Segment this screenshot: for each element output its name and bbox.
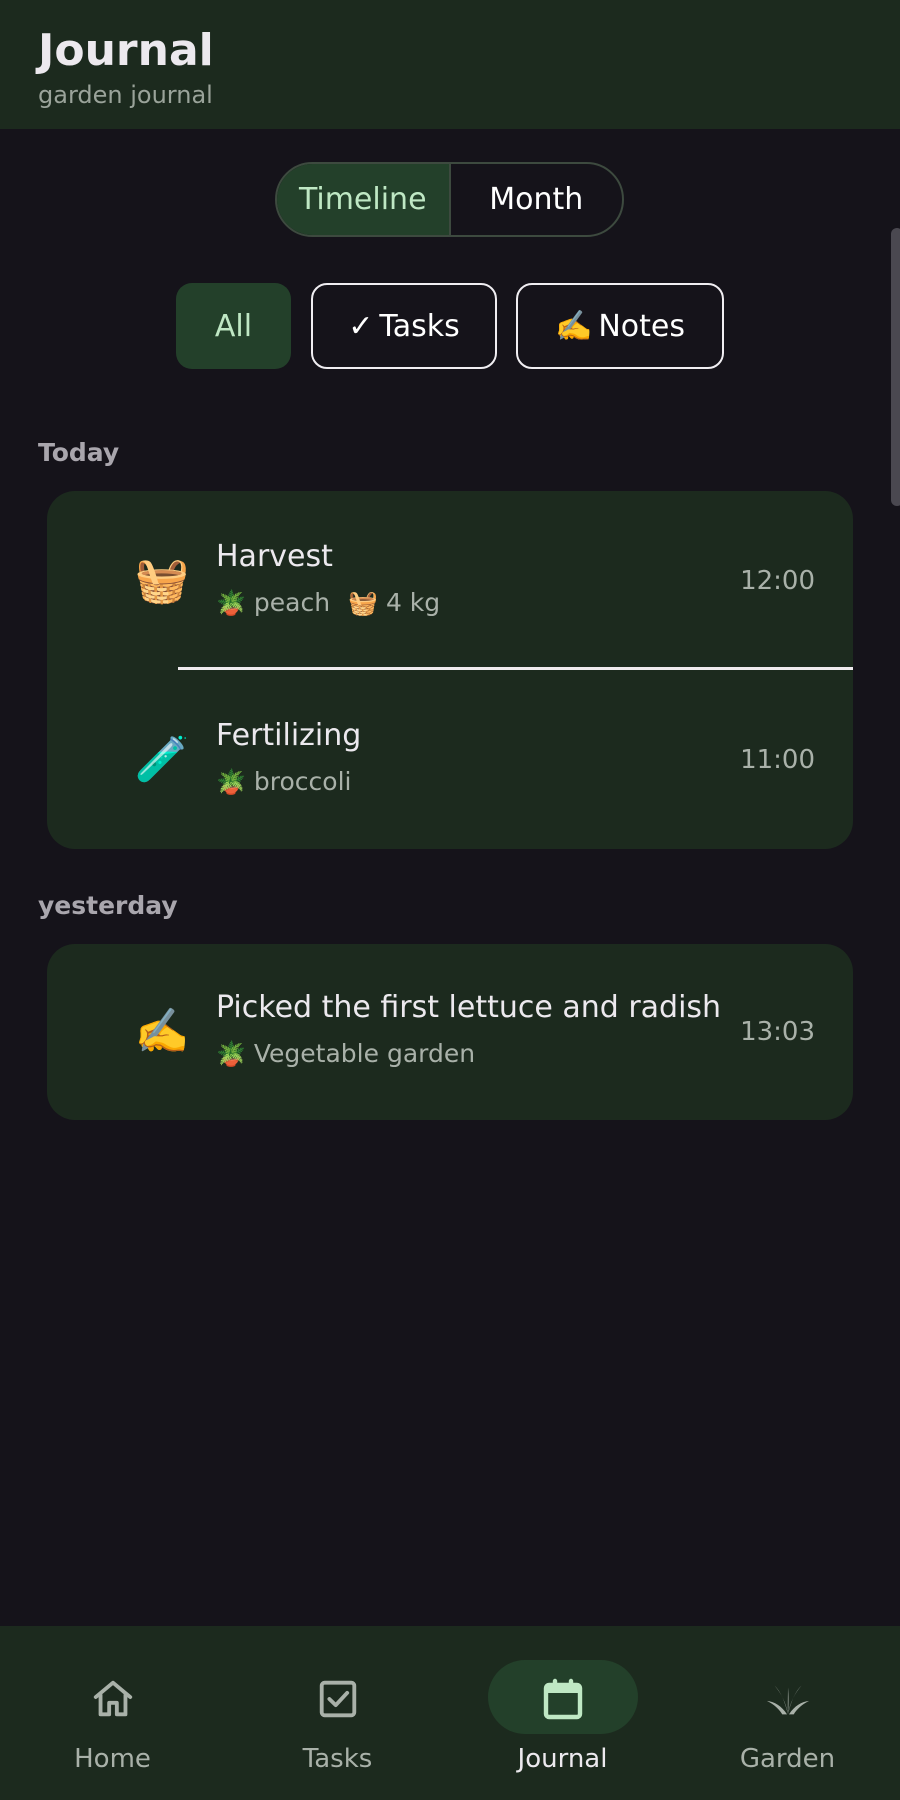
entry-amount-label: 4 kg — [385, 588, 441, 617]
view-toggle: Timeline Month — [275, 162, 624, 237]
entry-plant-label: peach — [253, 588, 331, 617]
nav-label-tasks: Tasks — [302, 1744, 373, 1774]
potted-plant-icon: 🪴 — [216, 767, 246, 796]
section-label-yesterday: yesterday — [38, 891, 178, 920]
entry-plant-label: Vegetable garden — [253, 1039, 476, 1068]
view-toggle-month[interactable]: Month — [451, 164, 623, 235]
filter-chips: All ✓ Tasks ✍️ Notes — [0, 283, 900, 369]
basket-icon: 🧺 — [348, 588, 378, 617]
filter-chip-notes-label: Notes — [598, 308, 685, 344]
sprout-icon — [766, 1685, 809, 1715]
writing-hand-icon: ✍️ — [554, 308, 593, 344]
filter-chip-notes[interactable]: ✍️ Notes — [516, 283, 724, 369]
journal-entry[interactable]: 🧪 Fertilizing 🪴 broccoli 11:00 — [47, 670, 853, 849]
nav-item-journal[interactable]: Journal — [450, 1626, 675, 1800]
view-toggle-timeline[interactable]: Timeline — [277, 164, 451, 235]
journal-entry[interactable]: 🧺 Harvest 🪴 peach 🧺 4 kg 12:00 — [47, 491, 853, 670]
journal-entry[interactable]: ✍️ Picked the first lettuce and radish 🪴… — [47, 944, 853, 1120]
filter-chip-tasks-label: Tasks — [379, 308, 460, 344]
entry-title: Picked the first lettuce and radish — [216, 990, 722, 1025]
nav-item-home[interactable]: Home — [0, 1626, 225, 1800]
entry-plant-tag: 🪴 peach — [216, 588, 330, 617]
nav-label-garden: Garden — [739, 1744, 836, 1774]
nav-label-journal: Journal — [517, 1744, 608, 1774]
entry-time: 13:03 — [740, 1017, 815, 1047]
filter-chip-all-label: All — [214, 308, 253, 344]
entry-plant-tag: 🪴 broccoli — [216, 767, 351, 796]
bottom-navigation: Home Tasks Journal Garden — [0, 1626, 900, 1800]
test-tube-icon: 🧪 — [134, 733, 190, 785]
filter-chip-all[interactable]: All — [176, 283, 291, 369]
entry-title: Harvest — [216, 539, 333, 574]
entry-meta: 🪴 peach 🧺 4 kg — [216, 588, 458, 617]
app-header: Journal garden journal — [0, 0, 900, 129]
nav-item-tasks[interactable]: Tasks — [225, 1626, 450, 1800]
potted-plant-icon: 🪴 — [216, 1039, 246, 1068]
entry-meta: 🪴 broccoli — [216, 767, 369, 796]
checkbox-icon — [319, 1680, 356, 1718]
checkmark-icon: ✓ — [348, 308, 374, 344]
potted-plant-icon: 🪴 — [216, 588, 246, 617]
section-label-today: Today — [38, 438, 120, 467]
basket-icon: 🧺 — [134, 554, 190, 606]
entry-card-today: 🧺 Harvest 🪴 peach 🧺 4 kg 12:00 🧪 Fertili… — [47, 491, 853, 849]
scrollbar[interactable] — [891, 228, 900, 506]
calendar-icon — [543, 1678, 582, 1720]
entry-plant-label: broccoli — [253, 767, 352, 796]
filter-chip-tasks[interactable]: ✓ Tasks — [311, 283, 497, 369]
entry-amount-tag: 🧺 4 kg — [348, 588, 440, 617]
entry-title: Fertilizing — [216, 718, 362, 753]
page-subtitle: garden journal — [38, 81, 213, 109]
page-title: Journal — [38, 25, 214, 76]
entry-time: 12:00 — [740, 565, 815, 596]
entry-plant-tag: 🪴 Vegetable garden — [216, 1039, 475, 1068]
home-icon — [93, 1680, 132, 1717]
entry-time: 11:00 — [740, 744, 815, 775]
entry-card-yesterday: ✍️ Picked the first lettuce and radish 🪴… — [47, 944, 853, 1120]
nav-label-home: Home — [74, 1744, 151, 1774]
nav-item-garden[interactable]: Garden — [675, 1626, 900, 1800]
writing-hand-icon: ✍️ — [134, 1006, 190, 1057]
entry-meta: 🪴 Vegetable garden — [216, 1039, 493, 1068]
app-root: Journal garden journal Timeline Month Al… — [0, 0, 900, 1800]
